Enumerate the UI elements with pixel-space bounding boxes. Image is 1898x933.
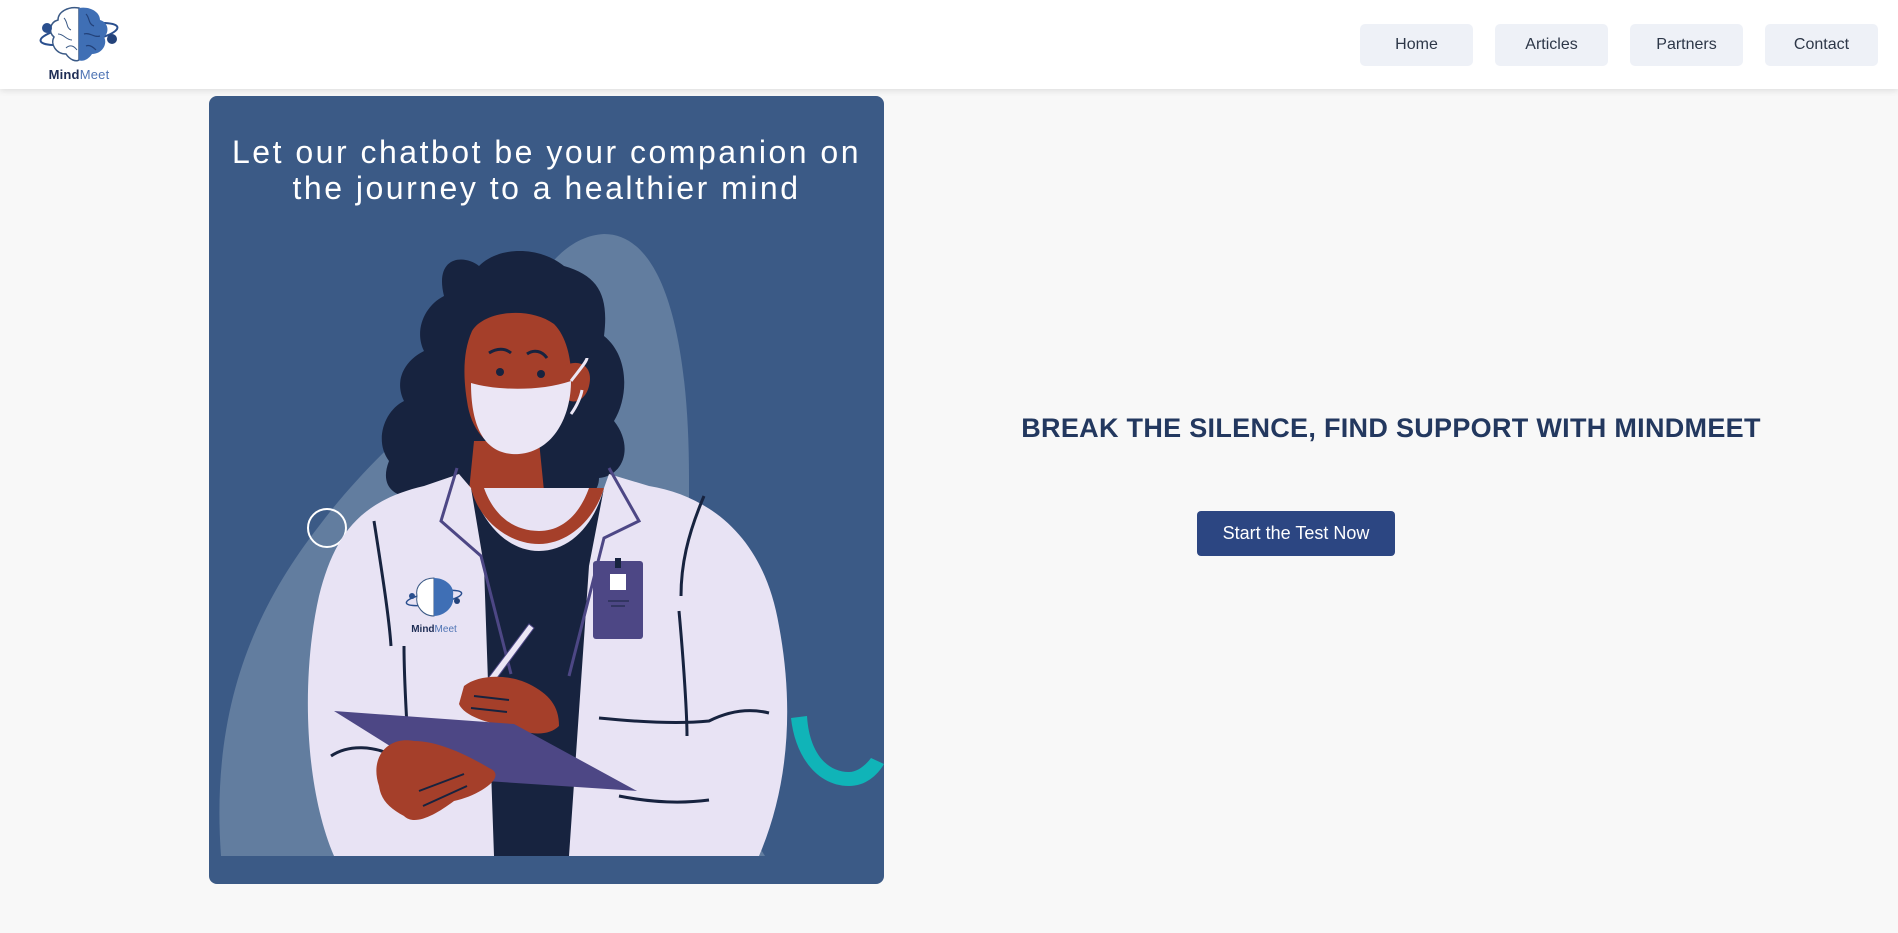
- doctor-illustration: MindMeet: [219, 234, 884, 856]
- nav-home-button[interactable]: Home: [1360, 24, 1473, 66]
- tagline-heading: BREAK THE SILENCE, FIND SUPPORT WITH MIN…: [1021, 413, 1761, 443]
- navbar: MindMeet Home Articles Partners Contact: [0, 0, 1898, 89]
- brain-globe-icon: [39, 6, 119, 62]
- nav-contact-button[interactable]: Contact: [1765, 24, 1878, 66]
- nav-articles-button[interactable]: Articles: [1495, 24, 1608, 66]
- logo-wordmark-bold: Mind: [48, 67, 80, 82]
- nav-partners-button[interactable]: Partners: [1630, 24, 1743, 66]
- brand-logo[interactable]: MindMeet: [38, 4, 120, 84]
- hero-heading: Let our chatbot be your companion on the…: [209, 134, 884, 206]
- coat-logo-text-bold: Mind: [411, 624, 434, 635]
- logo-wordmark: MindMeet: [38, 67, 120, 82]
- start-test-button[interactable]: Start the Test Now: [1197, 511, 1395, 556]
- hero-heading-line1: Let our chatbot be your companion on: [231, 134, 862, 170]
- coat-logo-text: MindMeet: [411, 624, 457, 635]
- logo-wordmark-light: Meet: [79, 67, 110, 82]
- hero-card: MindMeet Let our chatbot be your compani…: [209, 96, 884, 884]
- nav-menu: Home Articles Partners Contact: [1360, 24, 1878, 66]
- coat-logo-text-light: Meet: [435, 624, 457, 635]
- hero-heading-line2: the journey to a healthier mind: [292, 170, 801, 206]
